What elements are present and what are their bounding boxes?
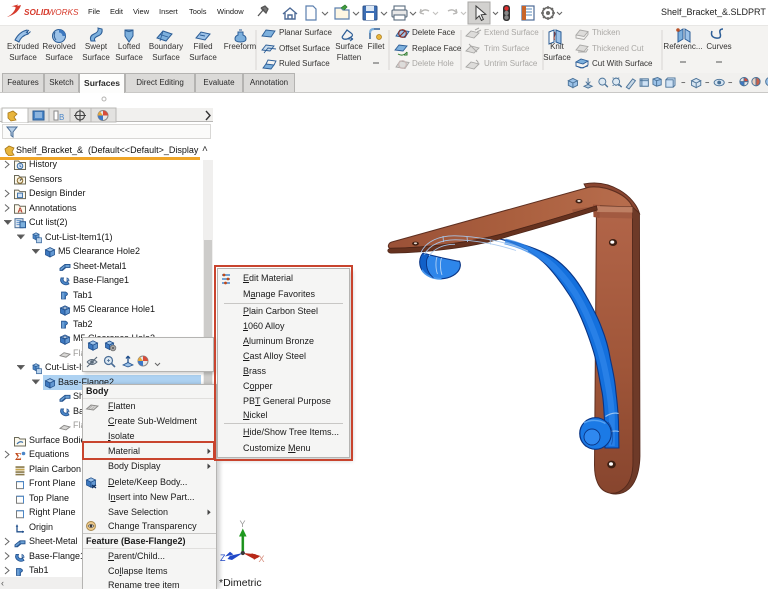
svg-text:WORKS: WORKS [48, 8, 79, 17]
svg-text:Z: Z [220, 553, 226, 563]
svg-text:SOLID: SOLID [24, 8, 49, 17]
svg-text:X: X [259, 554, 265, 564]
svg-text:Y: Y [240, 519, 246, 529]
